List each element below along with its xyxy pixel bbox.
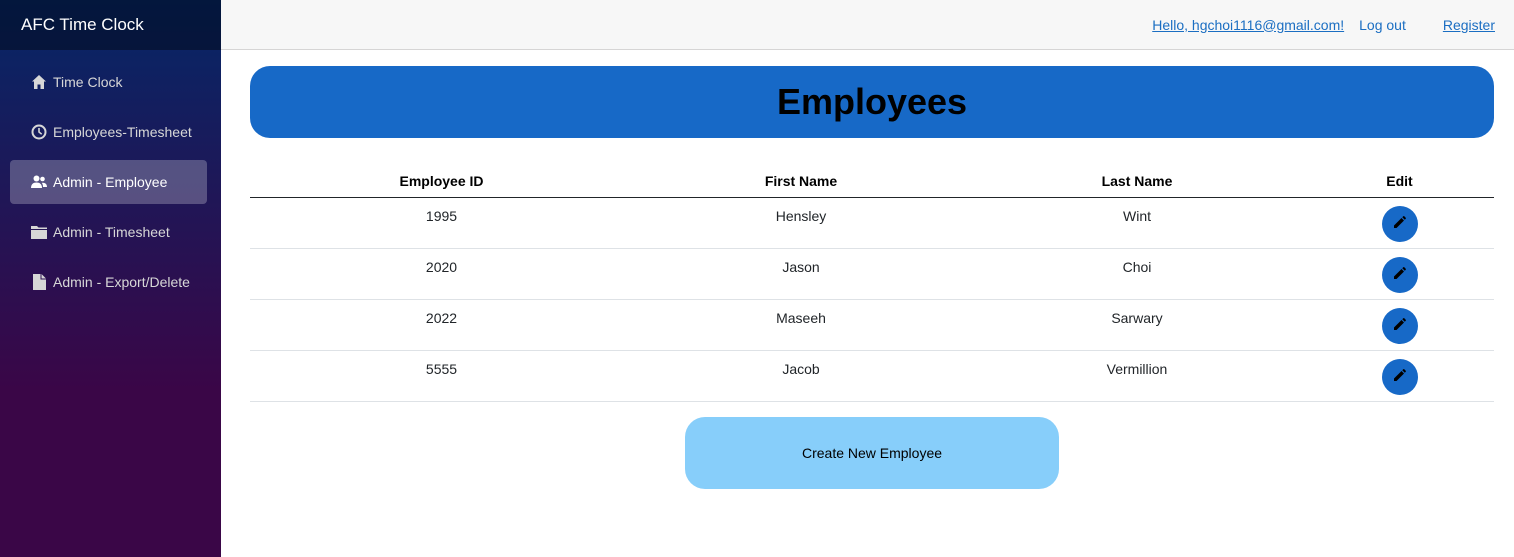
- last-name-cell: Vermillion: [969, 350, 1305, 402]
- employee-id-cell: 5555: [250, 350, 633, 402]
- create-wrap: Create New Employee: [250, 416, 1494, 489]
- page-banner: Employees: [250, 66, 1494, 138]
- first-name-cell: Jacob: [633, 350, 969, 402]
- pencil-icon: [1392, 214, 1408, 233]
- edit-employee-button[interactable]: [1381, 205, 1418, 242]
- employees-table: Employee ID First Name Last Name Edit 19…: [250, 165, 1494, 402]
- table-row: 1995 Hensley Wint: [250, 197, 1494, 249]
- table-row: 2022 Maseeh Sarwary: [250, 299, 1494, 351]
- brand: AFC Time Clock: [0, 0, 221, 50]
- last-name-cell: Choi: [969, 248, 1305, 300]
- column-header-last-name: Last Name: [969, 165, 1305, 198]
- sidebar-item-admin-export-delete[interactable]: Admin - Export/Delete: [10, 260, 207, 304]
- people-icon: [31, 174, 47, 190]
- page-title: Employees: [776, 81, 968, 122]
- sidebar-item-label: Employees-Timesheet: [53, 124, 192, 140]
- top-bar: Hello, hgchoi1116@gmail.com! Log out Reg…: [221, 0, 1514, 50]
- employee-id-cell: 1995: [250, 197, 633, 249]
- pencil-icon: [1392, 367, 1408, 386]
- employee-id-cell: 2020: [250, 248, 633, 300]
- edit-cell: [1305, 299, 1494, 351]
- page-content: Employees Employee ID First Name Last Na…: [221, 50, 1514, 489]
- edit-employee-button[interactable]: [1381, 307, 1418, 344]
- folder-icon: [31, 224, 47, 240]
- edit-employee-button[interactable]: [1381, 256, 1418, 293]
- app-root: AFC Time Clock Time Clock Employees-Time…: [0, 0, 1514, 557]
- sidebar-nav: Time Clock Employees-Timesheet Admin - E…: [0, 50, 221, 304]
- table-header-row: Employee ID First Name Last Name Edit: [250, 165, 1494, 198]
- table-row: 5555 Jacob Vermillion: [250, 350, 1494, 402]
- last-name-cell: Sarwary: [969, 299, 1305, 351]
- edit-cell: [1305, 350, 1494, 402]
- logout-link[interactable]: Log out: [1359, 17, 1406, 33]
- sidebar-item-employees-timesheet[interactable]: Employees-Timesheet: [10, 110, 207, 154]
- last-name-cell: Wint: [969, 197, 1305, 249]
- sidebar-item-label: Admin - Employee: [53, 174, 168, 190]
- sidebar-item-label: Admin - Timesheet: [53, 224, 170, 240]
- home-icon: [31, 74, 47, 90]
- sidebar: AFC Time Clock Time Clock Employees-Time…: [0, 0, 221, 557]
- main-area: Hello, hgchoi1116@gmail.com! Log out Reg…: [221, 0, 1514, 557]
- edit-cell: [1305, 248, 1494, 300]
- edit-cell: [1305, 197, 1494, 249]
- column-header-first-name: First Name: [633, 165, 969, 198]
- register-link[interactable]: Register: [1443, 17, 1495, 33]
- user-greeting-link[interactable]: Hello, hgchoi1116@gmail.com!: [1152, 17, 1344, 33]
- first-name-cell: Jason: [633, 248, 969, 300]
- table-row: 2020 Jason Choi: [250, 248, 1494, 300]
- sidebar-item-time-clock[interactable]: Time Clock: [10, 60, 207, 104]
- sidebar-item-admin-employee[interactable]: Admin - Employee: [10, 160, 207, 204]
- first-name-cell: Maseeh: [633, 299, 969, 351]
- sidebar-item-label: Time Clock: [53, 74, 123, 90]
- employee-id-cell: 2022: [250, 299, 633, 351]
- sidebar-item-label: Admin - Export/Delete: [53, 274, 190, 290]
- file-icon: [31, 274, 47, 290]
- column-header-edit: Edit: [1305, 165, 1494, 198]
- pencil-icon: [1392, 265, 1408, 284]
- clock-icon: [31, 124, 47, 140]
- first-name-cell: Hensley: [633, 197, 969, 249]
- column-header-employee-id: Employee ID: [250, 165, 633, 198]
- sidebar-item-admin-timesheet[interactable]: Admin - Timesheet: [10, 210, 207, 254]
- create-new-employee-button[interactable]: Create New Employee: [685, 416, 1059, 489]
- edit-employee-button[interactable]: [1381, 358, 1418, 395]
- app-title[interactable]: AFC Time Clock: [21, 15, 144, 35]
- pencil-icon: [1392, 316, 1408, 335]
